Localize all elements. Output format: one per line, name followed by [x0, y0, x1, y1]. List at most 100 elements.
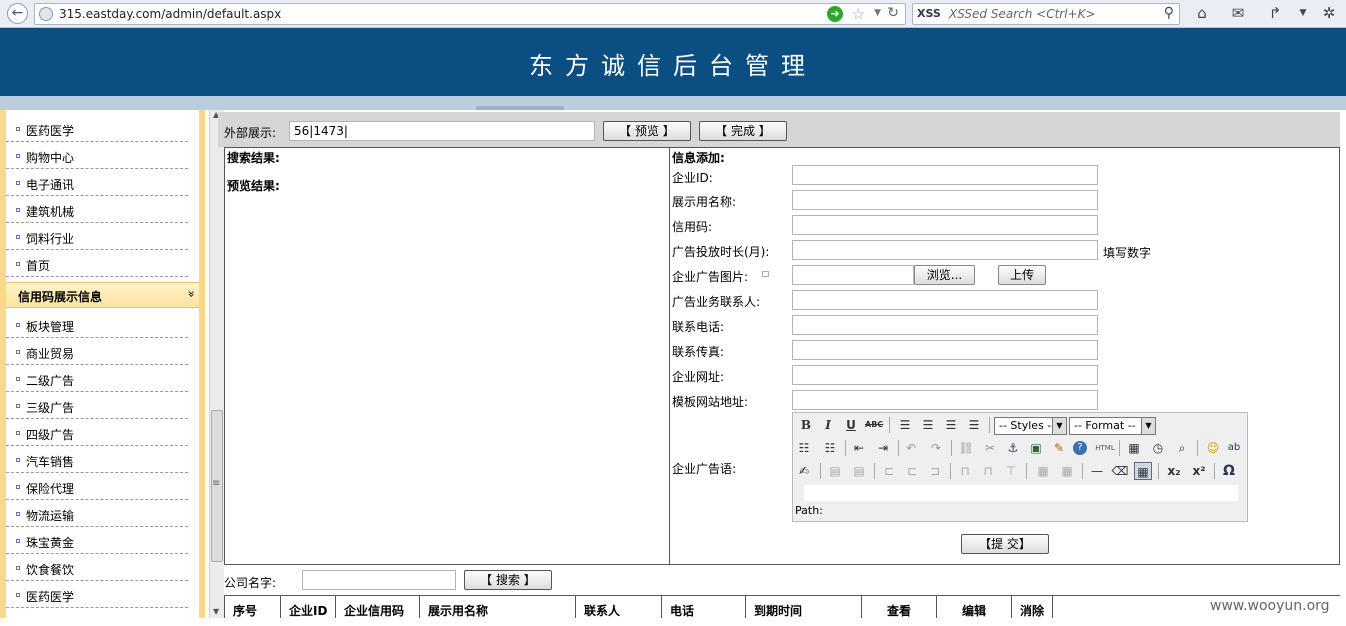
- extension-icon[interactable]: ✲: [1320, 4, 1338, 22]
- align-left-icon[interactable]: ☰: [896, 416, 914, 434]
- sidebar-item[interactable]: 医药医学: [6, 116, 188, 142]
- sidebar-item[interactable]: 板块管理: [6, 312, 188, 338]
- underline-icon[interactable]: U: [842, 416, 860, 434]
- table-row-props-icon[interactable]: ▤: [826, 462, 844, 480]
- share-icon[interactable]: ↱: [1266, 4, 1284, 22]
- mail-icon[interactable]: ✉: [1229, 4, 1247, 22]
- submit-button[interactable]: 【提 交】: [961, 534, 1049, 554]
- company-id-input[interactable]: [792, 165, 1098, 185]
- superscript-icon[interactable]: x²: [1190, 462, 1208, 480]
- scroll-down-arrow-icon[interactable]: ▼: [213, 607, 219, 616]
- home-icon[interactable]: ⌂: [1193, 4, 1211, 22]
- bookmark-star-icon[interactable]: ☆: [852, 5, 865, 23]
- sidebar-item[interactable]: 电子通讯: [6, 170, 188, 196]
- sidebar-item-home[interactable]: 首页: [6, 251, 188, 277]
- merge-cells-icon[interactable]: ▦: [1058, 462, 1076, 480]
- remove-format-icon[interactable]: ⌫: [1111, 462, 1129, 480]
- table-header-cell: 电话: [662, 596, 746, 618]
- display-input[interactable]: 56|1473|: [289, 121, 595, 141]
- insert-time-icon[interactable]: ◷: [1149, 439, 1167, 457]
- refresh-icon[interactable]: ↻: [887, 5, 899, 21]
- address-bar[interactable]: 315.eastday.com/admin/default.aspx ➜ ☆ ▼…: [34, 3, 906, 25]
- strikethrough-icon[interactable]: ABC: [865, 416, 883, 434]
- template-site-input[interactable]: [792, 390, 1098, 410]
- search-button[interactable]: 【 搜索 】: [464, 570, 552, 590]
- search-box[interactable]: XSS XSSed Search <Ctrl+K> ⚲: [912, 3, 1180, 25]
- back-arrow-icon[interactable]: ←: [7, 3, 28, 24]
- table-icon[interactable]: ▦: [1134, 462, 1152, 480]
- insert-date-icon[interactable]: ▦: [1125, 439, 1143, 457]
- credit-code-input[interactable]: [792, 215, 1098, 235]
- align-right-icon[interactable]: ☰: [942, 416, 960, 434]
- html-source-icon[interactable]: HTML: [1093, 439, 1117, 457]
- unlink-icon[interactable]: ✂: [981, 439, 999, 457]
- anchor-icon[interactable]: ⚓: [1004, 439, 1022, 457]
- magnifier-icon[interactable]: ⚲: [1164, 5, 1174, 21]
- emoticon-icon[interactable]: ☺: [1204, 439, 1222, 457]
- insert-row-before-icon[interactable]: ⊏: [880, 462, 898, 480]
- link-icon[interactable]: ⛓: [957, 439, 975, 457]
- format-select[interactable]: -- Format -- ▼: [1069, 417, 1156, 435]
- image-icon[interactable]: ▣: [1027, 439, 1045, 457]
- browse-button[interactable]: 浏览...: [914, 265, 975, 285]
- bold-icon[interactable]: B: [797, 416, 815, 434]
- editor-content-area[interactable]: [804, 485, 1238, 501]
- delete-row-icon[interactable]: ⊐: [926, 462, 944, 480]
- special-char-icon[interactable]: Ω: [1220, 462, 1238, 480]
- contact-person-input[interactable]: [792, 290, 1098, 310]
- spellcheck-icon[interactable]: ab: [1225, 439, 1243, 457]
- done-button[interactable]: 【 完成 】: [699, 121, 787, 141]
- undo-icon[interactable]: ↶: [902, 439, 920, 457]
- website-input[interactable]: [792, 365, 1098, 385]
- sidebar-item[interactable]: 三级广告: [6, 393, 188, 419]
- dropdown-icon[interactable]: ▼: [874, 8, 881, 18]
- numbered-list-icon[interactable]: ☷: [821, 439, 839, 457]
- sidebar-item[interactable]: 建筑机械: [6, 197, 188, 223]
- indent-icon[interactable]: ⇥: [874, 439, 892, 457]
- bullet-list-icon[interactable]: ☷: [795, 439, 813, 457]
- frame-scrollbar[interactable]: ▲ ≡ ▼: [209, 110, 224, 618]
- go-arrow-icon[interactable]: ➜: [827, 6, 843, 22]
- italic-icon[interactable]: I: [819, 416, 837, 434]
- collapse-chevron-icon[interactable]: »: [184, 290, 198, 297]
- insert-col-before-icon[interactable]: ⊓: [956, 462, 974, 480]
- sidebar-item[interactable]: 四级广告: [6, 420, 188, 446]
- outdent-icon[interactable]: ⇤: [850, 439, 868, 457]
- sidebar-item[interactable]: 物流运输: [6, 501, 188, 527]
- table-cell-props-icon[interactable]: ▤: [850, 462, 868, 480]
- table-header-cell: 到期时间: [746, 596, 862, 618]
- sidebar-item[interactable]: 饮食餐饮: [6, 555, 188, 581]
- redo-icon[interactable]: ↷: [927, 439, 945, 457]
- styles-select[interactable]: -- Styles -- ▼: [994, 417, 1067, 435]
- edit-icon[interactable]: ✍: [795, 462, 813, 480]
- insert-col-after-icon[interactable]: ⊓: [979, 462, 997, 480]
- preview-icon[interactable]: ⌕: [1173, 439, 1191, 457]
- upload-button[interactable]: 上传: [998, 265, 1046, 285]
- align-justify-icon[interactable]: ☰: [965, 416, 983, 434]
- delete-col-icon[interactable]: ⊤: [1002, 462, 1020, 480]
- menu-dropdown-icon[interactable]: ▼: [1294, 4, 1312, 22]
- align-center-icon[interactable]: ☰: [919, 416, 937, 434]
- fax-input[interactable]: [792, 340, 1098, 360]
- display-name-input[interactable]: [792, 190, 1098, 210]
- sidebar-item[interactable]: 医药医学: [6, 582, 188, 608]
- cleanup-icon[interactable]: ✎: [1050, 439, 1068, 457]
- sidebar-item[interactable]: 购物中心: [6, 143, 188, 169]
- ad-image-file-input[interactable]: [792, 265, 914, 285]
- subscript-icon[interactable]: x₂: [1165, 462, 1183, 480]
- sidebar-item[interactable]: 汽车销售: [6, 447, 188, 473]
- company-name-input[interactable]: [302, 570, 456, 590]
- ad-duration-input[interactable]: [792, 240, 1098, 260]
- horizontal-rule-icon[interactable]: —: [1088, 462, 1106, 480]
- sidebar-item[interactable]: 二级广告: [6, 366, 188, 392]
- sidebar-item[interactable]: 饲料行业: [6, 224, 188, 250]
- sidebar-item[interactable]: 珠宝黄金: [6, 528, 188, 554]
- split-cells-icon[interactable]: ▦: [1034, 462, 1052, 480]
- phone-input[interactable]: [792, 315, 1098, 335]
- help-icon[interactable]: ?: [1073, 441, 1087, 455]
- preview-button[interactable]: 【 预览 】: [603, 121, 691, 141]
- sidebar-item[interactable]: 商业贸易: [6, 339, 188, 365]
- sidebar-group-header[interactable]: 信用码展示信息 »: [6, 282, 199, 308]
- insert-row-after-icon[interactable]: ⊏: [903, 462, 921, 480]
- sidebar-item[interactable]: 保险代理: [6, 474, 188, 500]
